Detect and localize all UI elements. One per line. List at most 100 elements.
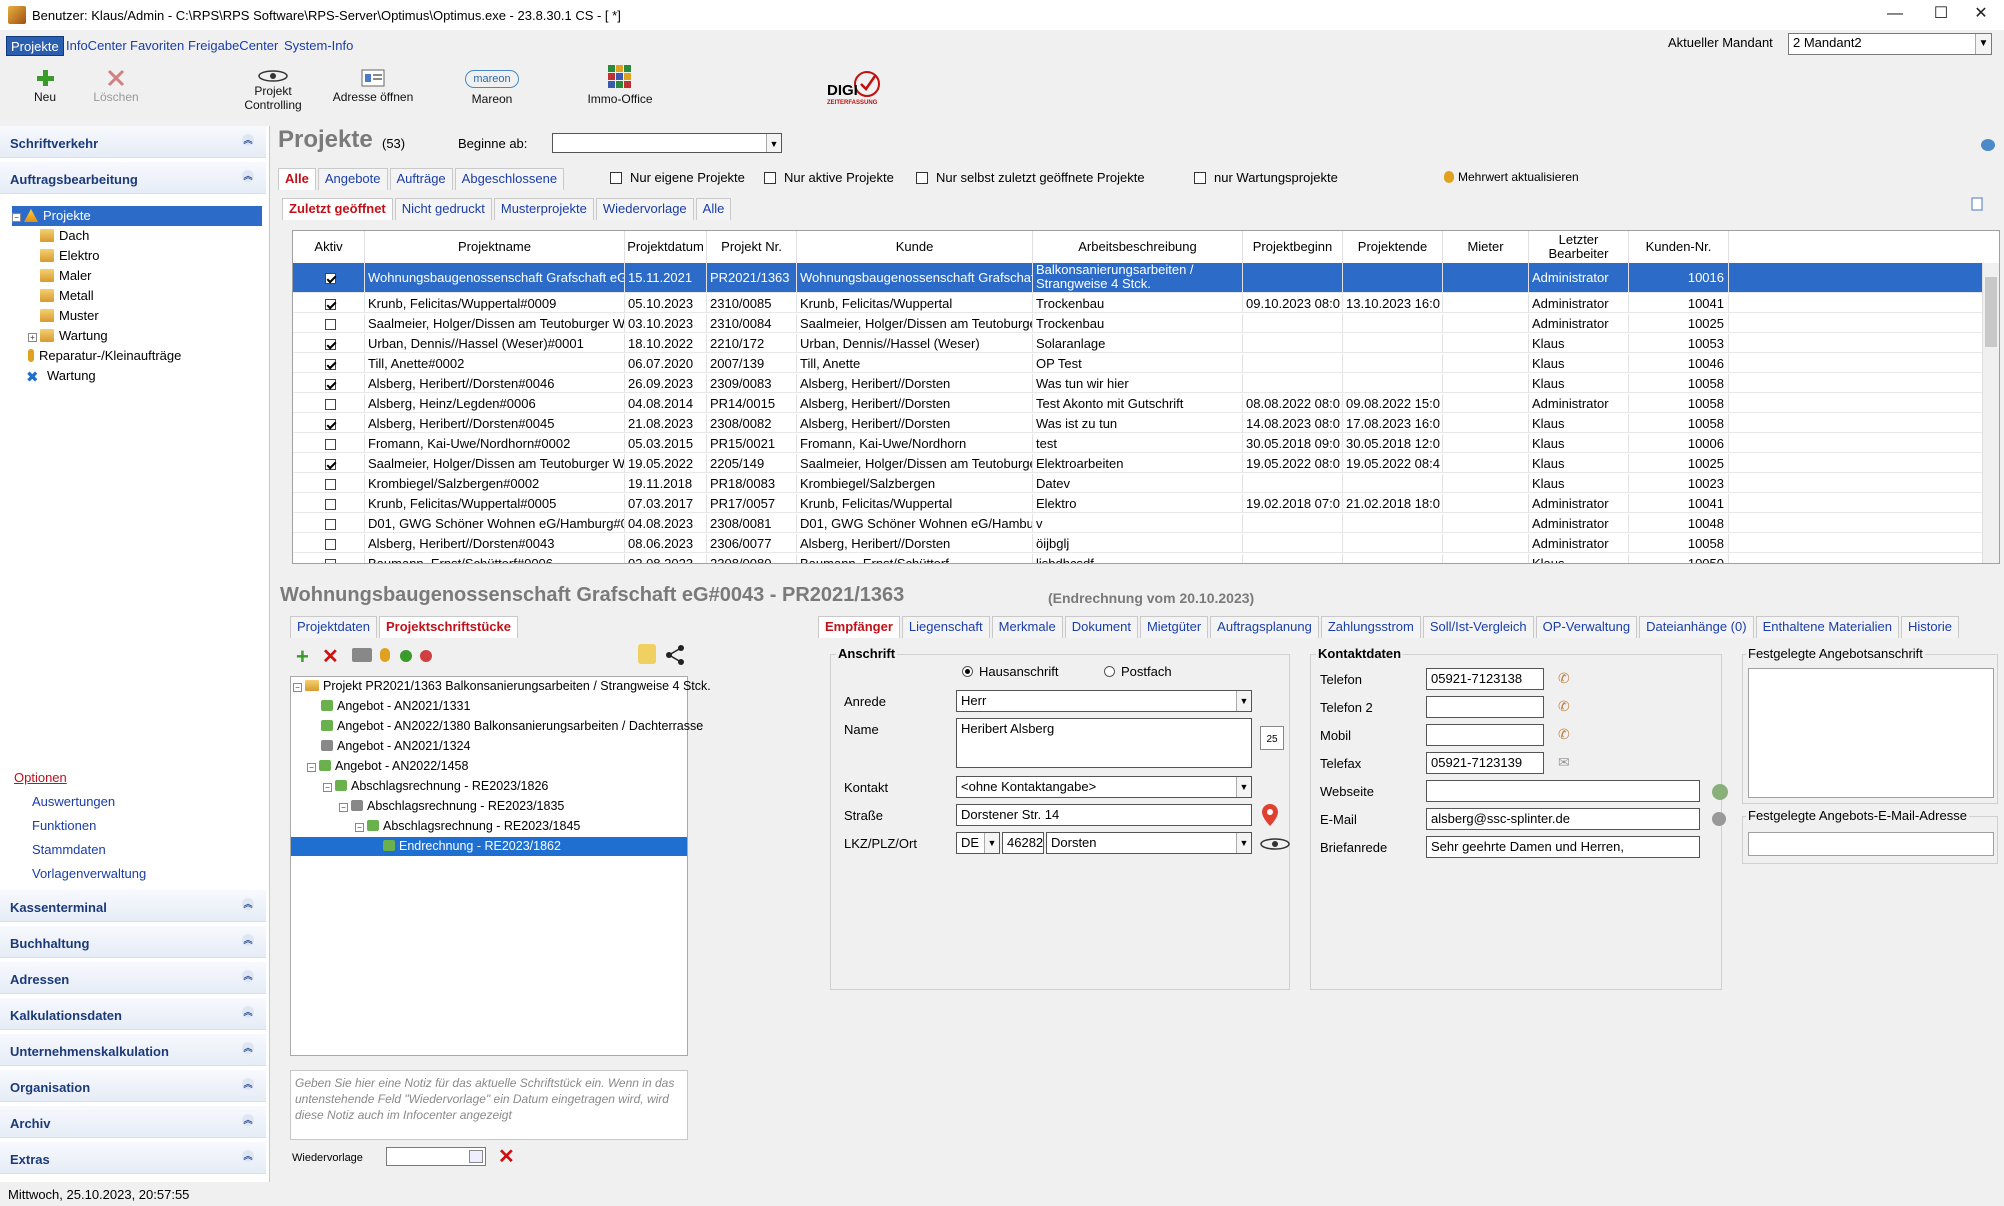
tab-nicht-gedruckt[interactable]: Nicht gedruckt xyxy=(394,198,492,220)
checkbox[interactable] xyxy=(764,172,776,184)
radio-postfach[interactable]: Postfach xyxy=(1104,664,1172,679)
vertical-scrollbar[interactable] xyxy=(1982,263,1999,563)
aktiv-cell[interactable] xyxy=(293,494,365,513)
doc-angebot-1324[interactable]: Angebot - AN2021/1324 xyxy=(321,737,470,756)
table-row[interactable]: D01, GWG Schöner Wohnen eG/Hamburg#0001 0… xyxy=(293,514,1983,533)
lkz-select[interactable]: DE ▼ xyxy=(956,832,1000,854)
tree-item-projekte[interactable]: − Projekte xyxy=(12,206,262,226)
aktiv-cell[interactable] xyxy=(293,514,365,533)
checkbox[interactable] xyxy=(324,419,336,430)
tab-angebote[interactable]: Angebote xyxy=(317,168,388,190)
map-pin-icon[interactable] xyxy=(1262,804,1278,826)
chevron-up-icon[interactable]: ︽ xyxy=(242,1114,254,1126)
section-kassenterminal[interactable]: Kassenterminal ︽ xyxy=(0,890,266,922)
table-row[interactable]: Alsberg, Heinz/Legden#0006 04.08.2014 PR14… xyxy=(293,394,1983,413)
collapse-icon[interactable]: − xyxy=(323,783,332,792)
checkbox[interactable] xyxy=(324,439,336,450)
tab-abgeschlossene[interactable]: Abgeschlossene xyxy=(454,168,565,190)
aktiv-cell[interactable] xyxy=(293,454,365,473)
fax-icon[interactable]: ✉ xyxy=(1558,754,1570,770)
email-field[interactable]: alsberg@ssc-splinter.de xyxy=(1426,808,1700,830)
tab-zuletzt-geoeffnet[interactable]: Zuletzt geöffnet xyxy=(282,198,393,220)
section-adressen[interactable]: Adressen ︽ xyxy=(0,962,266,994)
add-document-icon[interactable]: + xyxy=(296,644,309,670)
clear-date-icon[interactable]: ✕ xyxy=(498,1144,515,1169)
aktiv-cell[interactable] xyxy=(293,474,365,493)
aktiv-cell[interactable] xyxy=(293,294,365,313)
tab-mietgueter[interactable]: Mietgüter xyxy=(1139,616,1209,638)
calendar-icon[interactable]: 25 xyxy=(1260,726,1284,750)
col-projekt-nr[interactable]: Projekt Nr. xyxy=(707,231,797,263)
col-projektbeginn[interactable]: Projektbeginn xyxy=(1243,231,1343,263)
globe-icon[interactable] xyxy=(1712,784,1728,800)
collapse-icon[interactable]: − xyxy=(339,803,348,812)
collapse-icon[interactable]: − xyxy=(355,823,364,832)
green-dot-icon[interactable] xyxy=(400,650,412,662)
table-row[interactable]: Saalmeier, Holger/Dissen am Teutoburger … xyxy=(293,454,1983,473)
tab-historie[interactable]: Historie xyxy=(1900,616,1960,638)
tree-item-metall[interactable]: Metall xyxy=(40,286,94,306)
table-row[interactable]: Fromann, Kai-Uwe/Nordhorn#0002 05.03.2015… xyxy=(293,434,1983,453)
delete-button[interactable]: Löschen xyxy=(86,58,146,124)
radio-button[interactable] xyxy=(1104,666,1115,677)
filter-selbst-geoeffnet[interactable]: Nur selbst zuletzt geöffnete Projekte xyxy=(916,170,1145,185)
phone-icon[interactable]: ✆ xyxy=(1558,726,1570,742)
menu-projekte[interactable]: Projekte xyxy=(6,36,64,56)
checkbox[interactable] xyxy=(324,539,336,550)
webseite-field[interactable] xyxy=(1426,780,1700,802)
tab-projektschriftstuecke[interactable]: Projektschriftstücke xyxy=(379,616,518,638)
chevron-down-icon[interactable]: ▼ xyxy=(1236,833,1251,853)
checkbox[interactable] xyxy=(324,459,336,470)
section-extras[interactable]: Extras ︽ xyxy=(0,1142,266,1174)
aktiv-cell[interactable] xyxy=(293,354,365,373)
option-stammdaten[interactable]: Stammdaten xyxy=(32,842,106,857)
section-unternehmenskalkulation[interactable]: Unternehmenskalkulation ︽ xyxy=(0,1034,266,1066)
checkbox[interactable] xyxy=(324,339,336,350)
chevron-down-icon[interactable]: ▼ xyxy=(1975,34,1991,54)
aktiv-cell[interactable] xyxy=(293,554,365,563)
chevron-up-icon[interactable]: ︽ xyxy=(242,1042,254,1054)
printer-icon[interactable] xyxy=(352,648,372,662)
aktiv-cell[interactable] xyxy=(293,374,365,393)
telefax-field[interactable]: 05921-7123139 xyxy=(1426,752,1544,774)
chevron-up-icon[interactable]: ︽ xyxy=(242,1006,254,1018)
doc-abschlag-1826[interactable]: − Abschlagsrechnung - RE2023/1826 xyxy=(323,777,548,796)
chevron-up-icon[interactable]: ︽ xyxy=(242,170,254,182)
checkbox[interactable] xyxy=(324,359,336,370)
col-projektende[interactable]: Projektende xyxy=(1343,231,1443,263)
chevron-up-icon[interactable]: ︽ xyxy=(242,134,254,146)
collapse-icon[interactable]: − xyxy=(12,213,21,222)
share-icon[interactable] xyxy=(664,644,686,666)
mandant-select[interactable]: 2 Mandant2 ▼ xyxy=(1788,33,1992,55)
doc-angebot-1458[interactable]: − Angebot - AN2022/1458 xyxy=(307,757,468,776)
table-row[interactable]: Till, Anette#0002 06.07.2020 2007/139 Till,… xyxy=(293,354,1983,373)
collapse-icon[interactable]: − xyxy=(307,763,316,772)
kontakt-select[interactable]: <ohne Kontaktangabe> ▼ xyxy=(956,776,1252,798)
email-icon[interactable] xyxy=(1712,812,1726,826)
filter-aktive[interactable]: Nur aktive Projekte xyxy=(764,170,894,185)
col-aktiv[interactable]: Aktiv xyxy=(293,231,365,263)
ort-select[interactable]: Dorsten ▼ xyxy=(1046,832,1252,854)
doc-angebot-1380[interactable]: Angebot - AN2022/1380 Balkonsanierungsar… xyxy=(321,717,703,736)
export-icon[interactable] xyxy=(1970,196,1984,212)
telefon2-field[interactable] xyxy=(1426,696,1544,718)
tab-alle-view[interactable]: Alle xyxy=(695,198,732,220)
radio-hausanschrift[interactable]: Hausanschrift xyxy=(962,664,1058,679)
table-row[interactable]: Alsberg, Heribert//Dorsten#0045 21.08.202… xyxy=(293,414,1983,433)
doc-project[interactable]: − Projekt PR2021/1363 Balkonsanierungsarb… xyxy=(293,677,711,696)
wiedervorlage-date[interactable] xyxy=(386,1147,486,1166)
section-organisation[interactable]: Organisation ︽ xyxy=(0,1070,266,1102)
tree-item-muster[interactable]: Muster xyxy=(40,306,99,326)
projekt-controlling-button[interactable]: Projekt Controlling xyxy=(236,58,310,124)
email-adresse-field[interactable] xyxy=(1748,832,1994,856)
tab-auftraege[interactable]: Aufträge xyxy=(389,168,453,190)
coin-icon[interactable] xyxy=(380,648,390,662)
new-button[interactable]: Neu xyxy=(20,58,70,124)
checkbox[interactable] xyxy=(324,559,336,563)
menu-favoriten[interactable]: Favoriten xyxy=(126,36,188,56)
close-button[interactable]: ✕ xyxy=(1958,0,2004,30)
col-kunde[interactable]: Kunde xyxy=(797,231,1033,263)
checkbox[interactable] xyxy=(324,299,336,310)
aktiv-cell[interactable] xyxy=(293,334,365,353)
table-row[interactable]: Saalmeier, Holger/Dissen am Teutoburger … xyxy=(293,314,1983,333)
